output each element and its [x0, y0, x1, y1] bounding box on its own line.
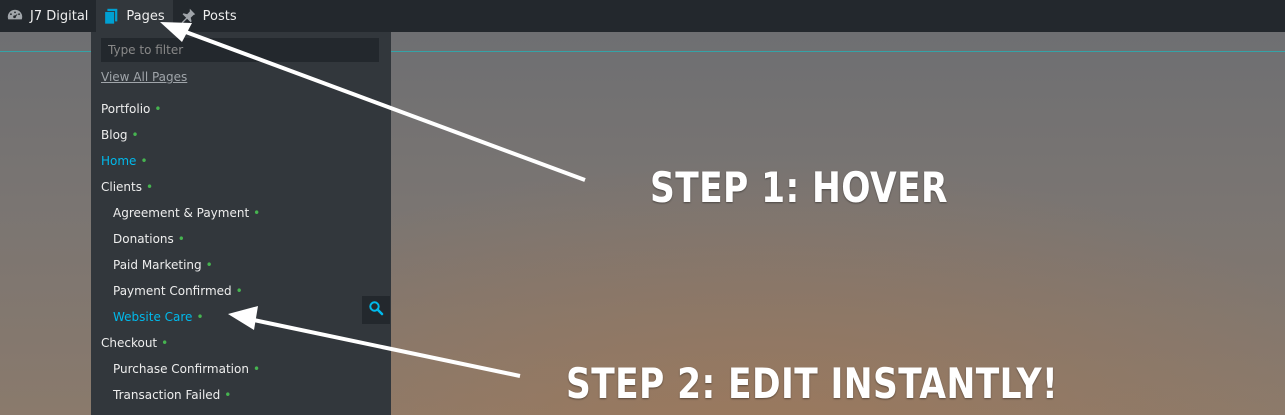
pages-icon: [102, 7, 120, 25]
status-dot: •: [196, 310, 204, 324]
page-item-label: Purchase Confirmation: [113, 362, 249, 376]
page-item-label: Website Care: [113, 310, 193, 324]
search-icon: [368, 300, 384, 320]
search-button[interactable]: [362, 296, 390, 324]
page-item-label: Home: [101, 154, 137, 168]
status-dot: •: [205, 258, 213, 272]
view-all-pages-link[interactable]: View All Pages: [101, 70, 187, 84]
page-item-clients[interactable]: Clients •: [101, 180, 153, 194]
status-dot: •: [224, 388, 232, 402]
page-item-agreement-payment[interactable]: Agreement & Payment •: [113, 206, 260, 220]
page-item-website-care[interactable]: Website Care •: [113, 310, 204, 324]
page-item-label: Paid Marketing: [113, 258, 202, 272]
page-item-label: Agreement & Payment: [113, 206, 250, 220]
status-dot: •: [146, 180, 154, 194]
page-item-blog[interactable]: Blog •: [101, 128, 139, 142]
page-item-label: Donations: [113, 232, 174, 246]
posts-label: Posts: [202, 8, 237, 24]
page-item-checkout[interactable]: Checkout •: [101, 336, 168, 350]
page-item-label: Checkout: [101, 336, 158, 350]
posts-menu[interactable]: Posts: [173, 0, 245, 32]
status-dot: •: [252, 362, 261, 376]
site-name-label: J7 Digital: [30, 8, 89, 24]
page-item-label: Transaction Failed: [113, 388, 221, 402]
site-name-menu[interactable]: J7 Digital: [0, 0, 96, 32]
page-item-label: Payment Confirmed: [113, 284, 232, 298]
page-item-payment-confirmed[interactable]: Payment Confirmed •: [113, 284, 243, 298]
pin-icon: [179, 7, 197, 25]
status-dot: •: [253, 206, 261, 220]
status-dot: •: [131, 128, 139, 142]
admin-bar: J7 Digital Pages Posts: [0, 0, 1285, 32]
page-item-purchase-confirmation[interactable]: Purchase Confirmation •: [113, 362, 260, 376]
status-dot: •: [154, 102, 162, 116]
page-item-donations[interactable]: Donations •: [113, 232, 185, 246]
page-item-paid-marketing[interactable]: Paid Marketing •: [113, 258, 213, 272]
page-item-home[interactable]: Home •: [101, 154, 148, 168]
status-dot: •: [161, 336, 169, 350]
page-item-label: Portfolio: [101, 102, 151, 116]
step-1-annotation: STEP 1: HOVER: [650, 163, 948, 212]
page-item-transaction-failed[interactable]: Transaction Failed •: [113, 388, 231, 402]
page-item-label: Blog: [101, 128, 128, 142]
pages-label: Pages: [126, 8, 165, 24]
pages-dropdown: View All Pages Portfolio • Blog • Home •…: [91, 32, 391, 415]
dashboard-icon: [6, 7, 24, 25]
status-dot: •: [235, 284, 243, 298]
status-dot: •: [140, 154, 148, 168]
status-dot: •: [177, 232, 185, 246]
page-item-portfolio[interactable]: Portfolio •: [101, 102, 161, 116]
pages-menu[interactable]: Pages: [96, 0, 173, 32]
filter-input[interactable]: [101, 38, 379, 62]
step-2-annotation: STEP 2: EDIT INSTANTLY!: [566, 359, 1059, 408]
page-item-label: Clients: [101, 180, 142, 194]
